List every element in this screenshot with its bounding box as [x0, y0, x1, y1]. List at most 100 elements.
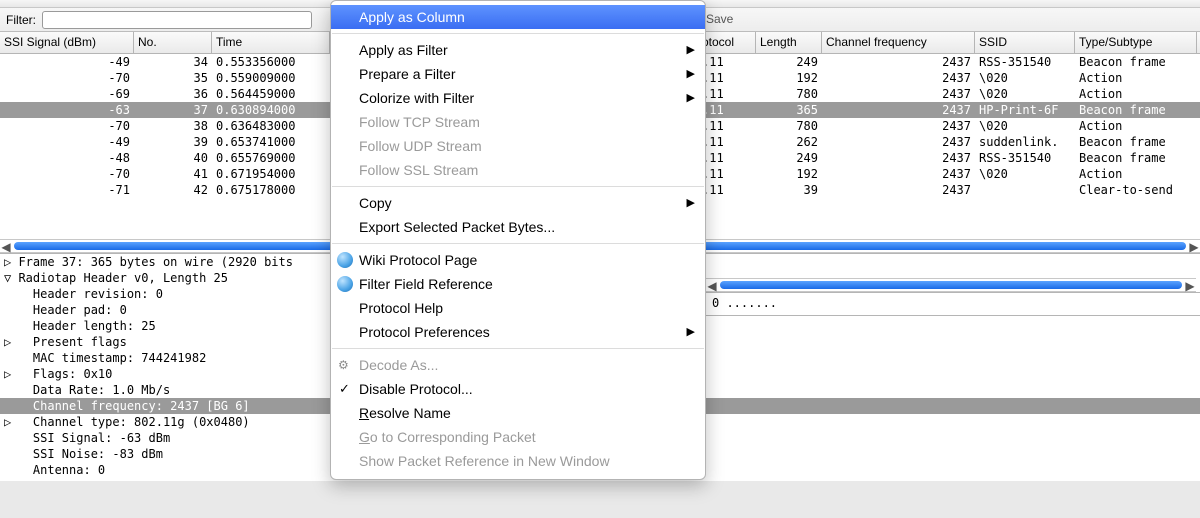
- column-header[interactable]: otocol: [698, 32, 756, 53]
- table-cell: 0.636483000: [212, 118, 330, 134]
- table-cell: .11: [698, 102, 756, 118]
- table-cell: Action: [1075, 70, 1197, 86]
- menu-item: ⚙Decode As...: [331, 353, 705, 377]
- table-cell: .11: [698, 70, 756, 86]
- packet-bytes-pane[interactable]: 0 .......: [706, 292, 1200, 316]
- table-cell: .11: [698, 182, 756, 198]
- menu-item: Follow TCP Stream: [331, 110, 705, 134]
- menu-item-label: Protocol Help: [359, 300, 443, 316]
- table-cell: Action: [1075, 118, 1197, 134]
- column-header[interactable]: Length: [756, 32, 822, 53]
- column-header[interactable]: Channel frequency: [822, 32, 975, 53]
- packet-bytes-hscroll[interactable]: ◀ ▶: [706, 278, 1196, 292]
- menu-item-label: Export Selected Packet Bytes...: [359, 219, 555, 235]
- menu-item-label: Colorize with Filter: [359, 90, 474, 106]
- menu-item[interactable]: Export Selected Packet Bytes...: [331, 215, 705, 239]
- table-cell: 192: [756, 70, 822, 86]
- table-cell: 39: [134, 134, 212, 150]
- table-cell: RSS-351540: [975, 54, 1075, 70]
- scroll-left-icon[interactable]: ◀: [706, 279, 718, 291]
- table-cell: 2437: [822, 54, 975, 70]
- table-cell: Clear-to-send: [1075, 182, 1197, 198]
- column-header[interactable]: Type/Subtype: [1075, 32, 1197, 53]
- table-cell: \020: [975, 118, 1075, 134]
- table-cell: .11: [698, 150, 756, 166]
- table-cell: Beacon frame: [1075, 102, 1197, 118]
- menu-item[interactable]: Protocol Help: [331, 296, 705, 320]
- column-header[interactable]: Time: [212, 32, 330, 53]
- menu-item-label: Decode As...: [359, 357, 438, 373]
- menu-item[interactable]: Protocol Preferences: [331, 320, 705, 344]
- menu-item-label: Show Packet Reference in New Window: [359, 453, 610, 469]
- context-menu[interactable]: Apply as Column Apply as Filter Prepare a …: [330, 0, 706, 480]
- table-cell: 2437: [822, 118, 975, 134]
- table-cell: 0.675178000: [212, 182, 330, 198]
- menu-item[interactable]: Disable Protocol...: [331, 377, 705, 401]
- table-cell: 0.630894000: [212, 102, 330, 118]
- menu-item-label: Protocol Preferences: [359, 324, 490, 340]
- table-cell: 37: [134, 102, 212, 118]
- table-cell: Action: [1075, 86, 1197, 102]
- table-cell: 249: [756, 54, 822, 70]
- table-cell: 40: [134, 150, 212, 166]
- menu-item-label: Copy: [359, 195, 392, 211]
- table-cell: 2437: [822, 182, 975, 198]
- menu-item[interactable]: Colorize with Filter: [331, 86, 705, 110]
- menu-item[interactable]: Apply as Filter: [331, 38, 705, 62]
- menu-item[interactable]: Copy: [331, 191, 705, 215]
- scroll-right-icon[interactable]: ▶: [1184, 279, 1196, 291]
- table-cell: 192: [756, 166, 822, 182]
- menu-item[interactable]: Wiki Protocol Page: [331, 248, 705, 272]
- globe-icon: [337, 276, 353, 292]
- table-cell: -49: [0, 54, 134, 70]
- table-cell: 262: [756, 134, 822, 150]
- table-cell: 2437: [822, 70, 975, 86]
- table-cell: 0.653741000: [212, 134, 330, 150]
- table-cell: -69: [0, 86, 134, 102]
- table-cell: suddenlink.: [975, 134, 1075, 150]
- menu-item[interactable]: Prepare a Filter: [331, 62, 705, 86]
- filter-input[interactable]: [42, 11, 312, 29]
- filter-save-button[interactable]: Save: [706, 12, 733, 26]
- table-cell: \020: [975, 86, 1075, 102]
- menu-item: Follow SSL Stream: [331, 158, 705, 182]
- table-cell: Beacon frame: [1075, 54, 1197, 70]
- menu-separator: [332, 33, 704, 34]
- column-header[interactable]: No.: [134, 32, 212, 53]
- menu-item[interactable]: Filter Field Reference: [331, 272, 705, 296]
- menu-item: Show Packet Reference in New Window: [331, 449, 705, 473]
- table-cell: .11: [698, 118, 756, 134]
- menu-item[interactable]: Resolve Name: [331, 401, 705, 425]
- menu-item-label: Filter Field Reference: [359, 276, 493, 292]
- scroll-thumb[interactable]: [720, 281, 1182, 289]
- table-cell: -71: [0, 182, 134, 198]
- column-header[interactable]: SSI Signal (dBm): [0, 32, 134, 53]
- table-cell: -63: [0, 102, 134, 118]
- menu-item-label: Wiki Protocol Page: [359, 252, 477, 268]
- table-cell: 2437: [822, 150, 975, 166]
- table-cell: -70: [0, 70, 134, 86]
- menu-item-label: Go to Corresponding Packet: [359, 429, 536, 445]
- table-cell: Beacon frame: [1075, 134, 1197, 150]
- table-cell: -49: [0, 134, 134, 150]
- table-cell: 41: [134, 166, 212, 182]
- menu-item[interactable]: Apply as Column: [331, 5, 705, 29]
- table-cell: HP-Print-6F: [975, 102, 1075, 118]
- table-cell: Action: [1075, 166, 1197, 182]
- scroll-left-icon[interactable]: ◀: [0, 240, 12, 252]
- table-cell: -70: [0, 166, 134, 182]
- table-cell: 0.671954000: [212, 166, 330, 182]
- menu-item-label: Prepare a Filter: [359, 66, 455, 82]
- table-cell: 35: [134, 70, 212, 86]
- menu-item-label: Follow TCP Stream: [359, 114, 480, 130]
- table-cell: RSS-351540: [975, 150, 1075, 166]
- table-cell: 0.559009000: [212, 70, 330, 86]
- packet-bytes-text: 0 .......: [712, 296, 777, 310]
- scroll-right-icon[interactable]: ▶: [1188, 240, 1200, 252]
- table-cell: \020: [975, 166, 1075, 182]
- table-cell: 249: [756, 150, 822, 166]
- table-cell: .11: [698, 86, 756, 102]
- table-cell: 780: [756, 86, 822, 102]
- table-cell: 38: [134, 118, 212, 134]
- column-header[interactable]: SSID: [975, 32, 1075, 53]
